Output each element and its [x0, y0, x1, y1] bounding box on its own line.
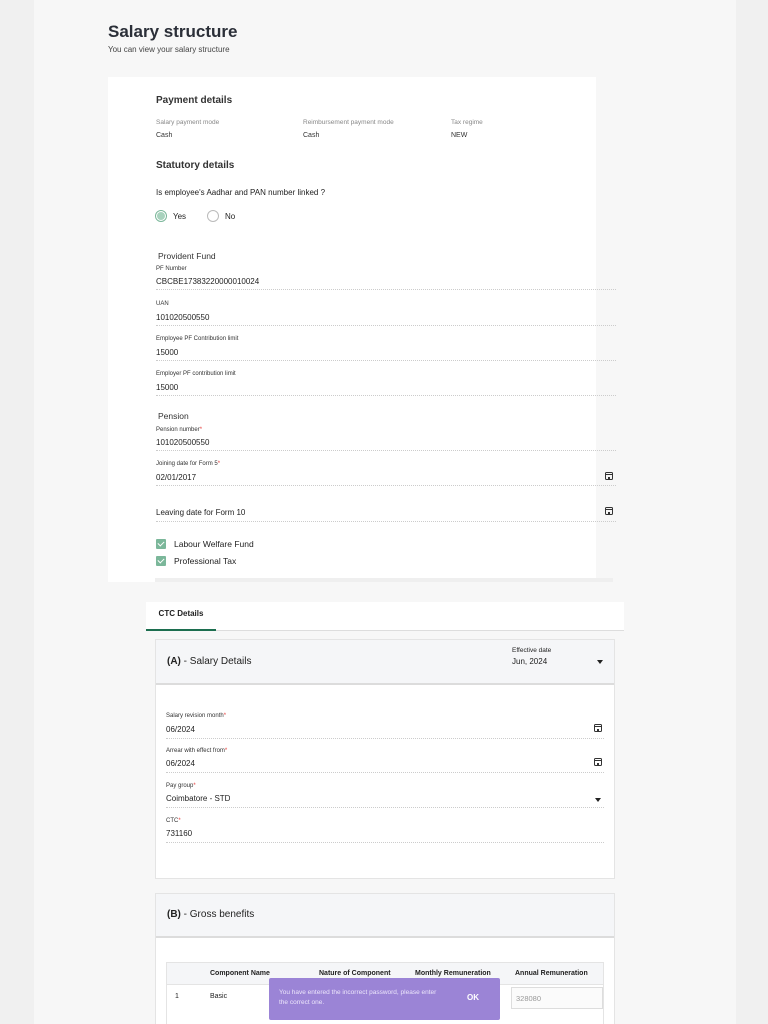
reimbursement-mode-label: Reimbursement payment mode	[303, 119, 394, 126]
tab-ctc-details[interactable]: CTC Details	[146, 602, 216, 631]
salary-revision-value[interactable]: 06/2024	[166, 725, 195, 734]
pension-title: Pension	[158, 411, 189, 421]
provident-fund-title: Provident Fund	[158, 251, 216, 261]
salary-payment-mode-value: Cash	[156, 132, 173, 139]
ctc-value[interactable]: 731160	[166, 829, 192, 838]
uan-label: UAN	[156, 301, 169, 307]
radio-no-dot[interactable]	[207, 210, 219, 222]
radio-yes-dot[interactable]	[155, 210, 167, 222]
employer-pf-limit-field[interactable]: Employer PF contribution limit 15000	[156, 371, 616, 396]
reimbursement-mode-value: Cash	[303, 132, 320, 139]
radio-no-label: No	[225, 211, 236, 221]
professional-tax-label: Professional Tax	[174, 556, 237, 566]
employee-pf-limit-field[interactable]: Employee PF Contribution limit 15000	[156, 336, 616, 361]
radio-yes[interactable]: Yes	[155, 210, 186, 222]
calendar-icon[interactable]	[594, 724, 602, 732]
divider-strip	[155, 578, 613, 582]
tax-regime-label: Tax regime	[451, 119, 483, 126]
radio-yes-label: Yes	[173, 211, 187, 221]
leaving-date-label: Leaving date for Form 10	[156, 508, 246, 517]
statutory-details-title: Statutory details	[156, 160, 235, 171]
gross-benefits-title: (B) - Gross benefits	[167, 909, 255, 920]
calendar-icon[interactable]	[594, 758, 602, 766]
aadhar-pan-question: Is employee's Aadhar and PAN number link…	[156, 188, 326, 197]
statutory-card: Payment details Salary payment mode Cash…	[108, 77, 616, 582]
chevron-down-icon[interactable]	[597, 660, 603, 664]
page-subtitle: You can view your salary structure	[108, 45, 230, 54]
labour-welfare-checkbox[interactable]: Labour Welfare Fund	[156, 539, 254, 549]
joining-date-label: Joining date for Form 5*	[156, 461, 221, 467]
professional-tax-checkbox[interactable]: Professional Tax	[156, 556, 236, 566]
page-title: Salary structure	[108, 22, 238, 41]
error-toast: You have entered the incorrect password,…	[269, 978, 500, 1020]
arrear-label: Arrear with effect from*	[166, 748, 228, 754]
uan-field[interactable]: UAN 101020500550	[156, 301, 616, 326]
checkbox-checked-icon[interactable]	[156, 539, 166, 549]
annual-remuneration-input[interactable]: 328080	[511, 987, 603, 1009]
gross-benefits-header: (B) - Gross benefits	[156, 894, 614, 938]
toast-ok-button[interactable]: OK	[467, 993, 479, 1002]
employee-pf-limit-label: Employee PF Contribution limit	[156, 336, 239, 342]
row-component-name: Basic	[210, 993, 228, 1000]
arrear-value[interactable]: 06/2024	[166, 759, 195, 768]
pf-number-label: PF Number	[156, 266, 187, 272]
effective-date-select[interactable]: Jun, 2024	[512, 657, 547, 666]
salary-payment-mode-label: Salary payment mode	[156, 119, 220, 126]
tax-regime-value: NEW	[451, 132, 468, 139]
annual-remuneration-value: 328080	[516, 994, 542, 1003]
joining-date-field[interactable]: Joining date for Form 5* 02/01/2017	[156, 461, 616, 486]
calendar-icon[interactable]	[605, 472, 613, 480]
row-index: 1	[175, 993, 179, 1000]
employer-pf-limit-label: Employer PF contribution limit	[156, 371, 236, 377]
employee-pf-limit-value[interactable]: 15000	[156, 348, 178, 357]
salary-details-header: (A) - Salary Details Effective date Jun,…	[156, 640, 614, 685]
payment-details-title: Payment details	[156, 95, 233, 106]
chevron-down-icon[interactable]	[595, 798, 601, 802]
salary-details-title: (A) - Salary Details	[167, 656, 252, 667]
leaving-date-field[interactable]: Leaving date for Form 10	[156, 505, 616, 522]
salary-revision-field[interactable]: Salary revision month* 06/2024	[166, 713, 604, 739]
radio-no[interactable]: No	[207, 210, 235, 222]
tab-bar: CTC Details	[146, 602, 624, 631]
pay-group-field[interactable]: Pay group* Coimbatore - STD	[166, 783, 604, 808]
pf-number-value[interactable]: CBCBE17383220000010024	[156, 277, 259, 286]
employer-pf-limit-value[interactable]: 15000	[156, 383, 178, 392]
calendar-icon[interactable]	[605, 507, 613, 515]
checkbox-checked-icon[interactable]	[156, 556, 166, 566]
salary-revision-label: Salary revision month*	[166, 713, 227, 719]
ctc-field[interactable]: CTC* 731160	[166, 818, 604, 843]
col-monthly-remuneration: Monthly Remuneration	[415, 970, 491, 977]
pay-group-label: Pay group*	[166, 783, 196, 789]
joining-date-value[interactable]: 02/01/2017	[156, 473, 196, 482]
toast-message: You have entered the incorrect password,…	[279, 989, 437, 1006]
pension-number-field[interactable]: Pension number* 101020500550	[156, 427, 616, 451]
col-component-name: Component Name	[210, 970, 270, 977]
pf-number-field[interactable]: PF Number CBCBE17383220000010024	[156, 266, 616, 290]
uan-value[interactable]: 101020500550	[156, 313, 209, 322]
col-annual-remuneration: Annual Remuneration	[515, 970, 588, 977]
pension-number-label: Pension number*	[156, 427, 203, 433]
arrear-field[interactable]: Arrear with effect from* 06/2024	[166, 748, 604, 773]
ctc-label: CTC*	[166, 818, 181, 824]
col-nature-of-component: Nature of Component	[319, 970, 391, 977]
effective-date-label: Effective date	[512, 647, 552, 654]
pay-group-value[interactable]: Coimbatore - STD	[166, 794, 230, 803]
pension-number-value[interactable]: 101020500550	[156, 438, 209, 447]
labour-welfare-label: Labour Welfare Fund	[174, 539, 254, 549]
salary-details-panel: (A) - Salary Details Effective date Jun,…	[155, 639, 615, 879]
